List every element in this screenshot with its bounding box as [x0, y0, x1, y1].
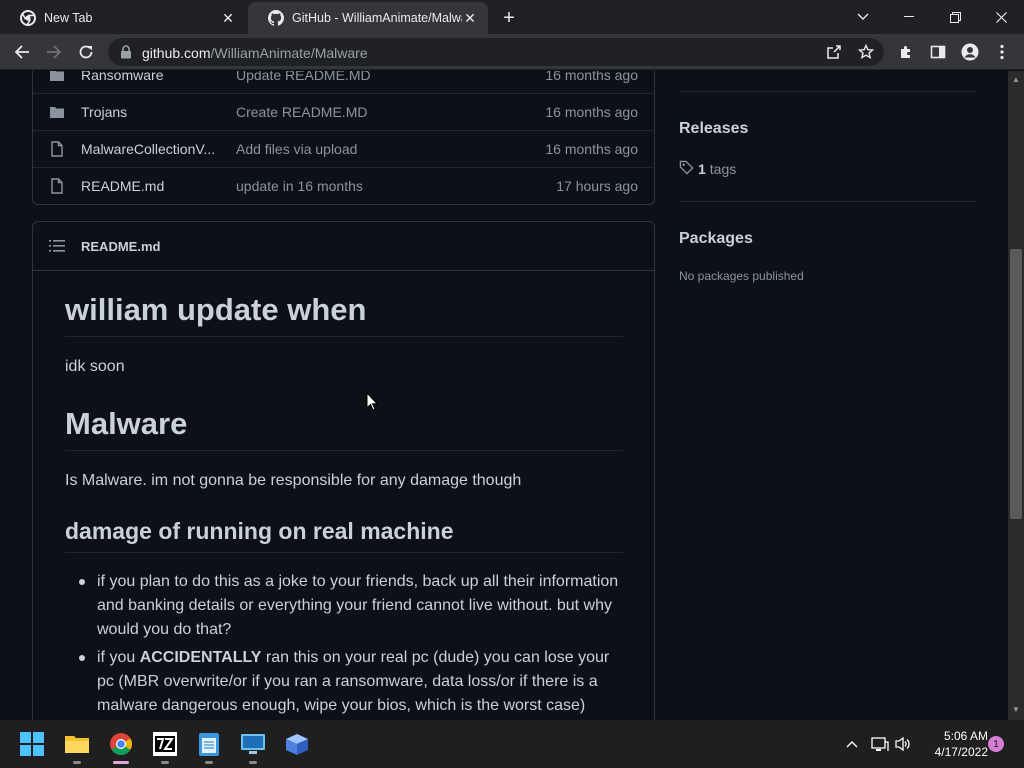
github-icon — [268, 10, 284, 26]
file-icon — [49, 178, 65, 194]
tab-github[interactable]: GitHub - WilliamAnimate/Malware ✕ — [248, 2, 488, 34]
close-tab-icon[interactable]: ✕ — [462, 10, 478, 26]
7zip-icon[interactable] — [151, 730, 179, 764]
scrollbar-thumb[interactable] — [1010, 249, 1022, 519]
folder-icon — [49, 71, 65, 83]
running-indicator — [73, 761, 81, 764]
tags-label: tags — [709, 161, 737, 177]
file-name[interactable]: MalwareCollectionV... — [81, 141, 215, 157]
scroll-up-arrow-icon[interactable]: ▲ — [1012, 75, 1020, 84]
volume-icon[interactable] — [893, 734, 913, 754]
file-icon — [49, 141, 65, 157]
url-text: github.com/WilliamAnimate/Malware — [142, 45, 368, 61]
forward-icon[interactable] — [40, 38, 68, 66]
commit-time: 16 months ago — [545, 141, 638, 157]
minimize-icon[interactable] — [886, 0, 932, 34]
extensions-puzzle-icon[interactable] — [896, 42, 916, 62]
tags-link[interactable]: 1 tags — [679, 160, 736, 178]
system-clock[interactable]: 5:06 AM 4/17/2022 — [920, 728, 988, 760]
file-row[interactable]: Trojans Create README.MD 16 months ago — [33, 93, 654, 130]
commit-time: 16 months ago — [545, 71, 638, 83]
clock-time: 5:06 AM — [943, 729, 988, 743]
browser-toolbar: github.com/WilliamAnimate/Malware — [0, 34, 1024, 70]
list-outline-icon[interactable] — [49, 239, 65, 258]
list-item-text: if you — [97, 649, 140, 666]
bookmark-star-icon[interactable] — [857, 43, 875, 60]
paragraph-idk-soon: idk soon — [65, 358, 125, 375]
url-host: github.com — [142, 45, 211, 61]
running-indicator — [161, 761, 169, 764]
mouse-cursor-icon — [366, 391, 379, 416]
chevron-up-icon[interactable] — [842, 734, 862, 754]
file-explorer-icon[interactable] — [63, 730, 91, 764]
tab-title: New Tab — [44, 11, 93, 25]
tab-title: GitHub - WilliamAnimate/Malware — [292, 11, 462, 25]
chrome-icon — [20, 10, 36, 26]
file-row[interactable]: MalwareCollectionV... Add files via uplo… — [33, 130, 654, 167]
file-name[interactable]: Ransomware — [81, 71, 163, 83]
heading-malware: Malware — [65, 406, 623, 451]
profile-avatar-icon[interactable] — [960, 42, 980, 62]
list-item: if you ACCIDENTALLY ran this on your rea… — [65, 646, 623, 718]
new-tab-plus-icon[interactable]: + — [497, 6, 521, 30]
scroll-down-arrow-icon[interactable]: ▼ — [1012, 705, 1020, 714]
chrome-taskbar-icon[interactable] — [107, 730, 135, 764]
clock-date: 4/17/2022 — [934, 745, 988, 759]
file-name[interactable]: README.md — [81, 178, 164, 194]
commit-message[interactable]: update in 16 months — [236, 178, 363, 194]
restore-icon[interactable] — [932, 0, 978, 34]
close-tab-icon[interactable]: ✕ — [220, 10, 236, 26]
running-indicator — [205, 761, 213, 764]
start-windows-icon[interactable] — [18, 730, 46, 758]
file-list: Ransomware Update README.MD 16 months ag… — [32, 71, 655, 205]
commit-message[interactable]: Update README.MD — [236, 71, 371, 83]
readme-panel: README.md william update when idk soon M… — [32, 221, 655, 720]
chrome-menu-icon[interactable] — [992, 42, 1012, 62]
tags-count: 1 — [698, 161, 706, 177]
damage-list: if you plan to do this as a joke to your… — [65, 570, 623, 720]
reload-icon[interactable] — [72, 38, 100, 66]
tab-search-chevron-icon[interactable] — [840, 0, 886, 34]
back-icon[interactable] — [8, 38, 36, 66]
releases-heading[interactable]: Releases — [679, 120, 748, 138]
tab-new-tab[interactable]: New Tab ✕ — [0, 2, 246, 34]
tab-strip: New Tab ✕ GitHub - WilliamAnimate/Malwar… — [0, 0, 1024, 34]
lock-icon[interactable] — [120, 45, 132, 64]
tag-icon — [679, 160, 694, 178]
commit-time: 16 months ago — [545, 104, 638, 120]
divider — [679, 91, 976, 92]
address-bar[interactable]: github.com/WilliamAnimate/Malware — [108, 38, 884, 66]
commit-time: 17 hours ago — [556, 178, 638, 194]
page-viewport: Ransomware Update README.MD 16 months ag… — [0, 71, 1008, 720]
folder-icon — [49, 104, 65, 120]
url-path: /WilliamAnimate/Malware — [210, 45, 368, 61]
app-package-icon[interactable] — [283, 730, 311, 758]
no-packages-text: No packages published — [679, 269, 804, 283]
network-icon[interactable] — [870, 734, 890, 754]
commit-message[interactable]: Add files via upload — [236, 141, 357, 157]
readme-title[interactable]: README.md — [81, 239, 160, 254]
page-scrollbar[interactable]: ▲ ▼ — [1008, 71, 1024, 720]
emphasis-accidentally: ACCIDENTALLY — [139, 649, 262, 666]
running-indicator — [113, 761, 129, 764]
packages-heading[interactable]: Packages — [679, 230, 753, 248]
notification-badge[interactable]: 1 — [988, 736, 1004, 752]
remote-desktop-icon[interactable] — [239, 730, 267, 764]
share-icon[interactable] — [826, 44, 842, 60]
heading-william-update: william update when — [65, 292, 623, 337]
commit-message[interactable]: Create README.MD — [236, 104, 367, 120]
notepad-icon[interactable] — [195, 730, 223, 764]
paragraph-malware: Is Malware. im not gonna be responsible … — [65, 472, 522, 489]
file-name[interactable]: Trojans — [81, 104, 127, 120]
list-item: if you plan to do this as a joke to your… — [65, 570, 623, 642]
file-row[interactable]: README.md update in 16 months 17 hours a… — [33, 167, 654, 204]
windows-taskbar: 5:06 AM 4/17/2022 — [0, 720, 1024, 768]
running-indicator — [249, 761, 257, 764]
file-row[interactable]: Ransomware Update README.MD 16 months ag… — [33, 71, 654, 93]
close-window-icon[interactable] — [978, 0, 1024, 34]
divider — [679, 201, 976, 202]
heading-damage: damage of running on real machine — [65, 518, 623, 553]
side-panel-icon[interactable] — [928, 42, 948, 62]
readme-header: README.md — [33, 222, 654, 271]
